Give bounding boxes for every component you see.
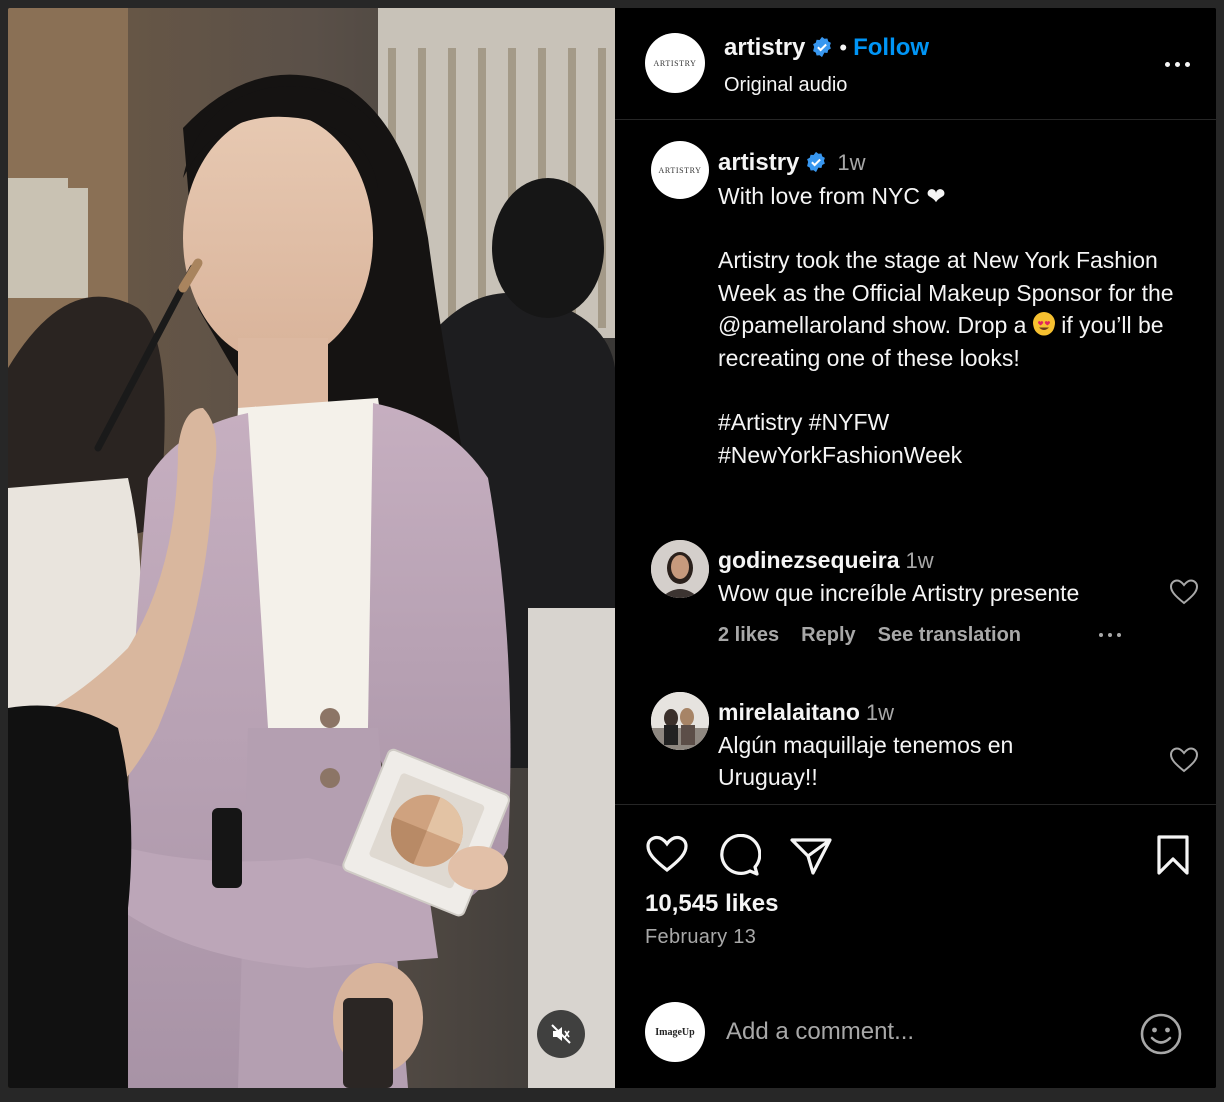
video-frame [8, 8, 615, 1088]
heart-icon [646, 835, 688, 873]
like-button[interactable] [645, 834, 689, 874]
more-horizontal-icon [1164, 61, 1170, 67]
post-date[interactable]: February 13 [645, 926, 756, 949]
comment-bubble-icon [720, 834, 761, 876]
comment-username[interactable]: godinezsequeira [718, 547, 899, 573]
comment-more-button[interactable] [1099, 633, 1121, 637]
paper-plane-icon [790, 838, 832, 875]
verified-badge-icon [813, 36, 832, 58]
divider [615, 804, 1216, 805]
caption-cta-pre: Drop a [957, 312, 1027, 338]
more-horizontal-icon [1099, 633, 1103, 637]
reply-button[interactable]: Reply [801, 624, 855, 647]
avatar-photo [651, 692, 709, 750]
viewer-avatar-label: ImageUp [655, 1026, 695, 1038]
post-dialog: ARTISTRY artistry • Follow Original audio … [8, 8, 1216, 1088]
audio-link[interactable]: Original audio [724, 74, 847, 97]
caption-avatar-label: ARTISTRY [658, 165, 702, 175]
comment-meta: 2 likes Reply See translation [718, 624, 1021, 647]
comment-like-button[interactable] [1169, 746, 1199, 774]
smiley-icon [1140, 1013, 1182, 1055]
comment: mirelalaitano 1w Algún maquillaje tenemos… [718, 696, 1188, 793]
author-avatar-label: ARTISTRY [653, 58, 697, 68]
comment-like-button[interactable] [1169, 578, 1199, 606]
author-username[interactable]: artistry [724, 34, 805, 61]
comment-button[interactable] [717, 834, 761, 876]
post-side-panel: ARTISTRY artistry • Follow Original audio … [615, 8, 1216, 1088]
caption-line-1: With love from NYC ❤ [718, 182, 946, 209]
add-comment-input[interactable] [726, 1018, 1106, 1046]
caption-header: artistry 1w [718, 146, 1188, 180]
caption-timestamp[interactable]: 1w [837, 150, 865, 175]
comment: godinezsequeira 1w Wow que increíble Arti… [718, 544, 1188, 609]
caption-hashtags: #Artistry #NYFW #NewYorkFashionWeek [718, 406, 1188, 471]
comment-timestamp[interactable]: 1w [905, 548, 933, 573]
verified-badge-icon [807, 151, 826, 173]
heart-eyes-emoji-icon [1032, 312, 1055, 336]
viewer-avatar: ImageUp [645, 1002, 705, 1062]
commenter-avatar[interactable] [651, 540, 709, 598]
hashtag-line-1[interactable]: #Artistry #NYFW [718, 406, 1188, 439]
hashtag-line-2[interactable]: #NewYorkFashionWeek [718, 439, 1188, 472]
author-avatar[interactable]: ARTISTRY [645, 33, 705, 93]
see-translation-button[interactable]: See translation [878, 624, 1021, 647]
caption: artistry 1w With love from NYC ❤ Artistry… [718, 146, 1188, 471]
divider [615, 119, 1216, 120]
comment-username[interactable]: mirelalaitano [718, 699, 860, 725]
comment-timestamp[interactable]: 1w [866, 700, 894, 725]
caption-avatar[interactable]: ARTISTRY [651, 141, 709, 199]
avatar-photo [651, 540, 709, 598]
post-header: artistry • Follow [724, 34, 929, 62]
caption-paragraph: Artistry took the stage at New York Fash… [718, 244, 1188, 374]
comment-likes-count[interactable]: 2 likes [718, 624, 779, 647]
caption-username[interactable]: artistry [718, 149, 799, 176]
emoji-picker-button[interactable] [1139, 1012, 1183, 1056]
speaker-muted-icon [551, 1024, 571, 1044]
share-button[interactable] [789, 836, 833, 876]
bookmark-icon [1157, 835, 1189, 875]
comment-text: Algún maquillaje tenemos en Uruguay!! [718, 732, 1014, 790]
reel-video[interactable] [8, 8, 615, 1088]
likes-count[interactable]: 10,545 likes [645, 890, 778, 918]
save-button[interactable] [1155, 834, 1191, 876]
more-options-button[interactable] [1159, 54, 1195, 74]
action-bar [645, 834, 1195, 876]
follow-button[interactable]: Follow [853, 34, 929, 61]
header-separator: • [839, 35, 848, 60]
mute-toggle-button[interactable] [537, 1010, 585, 1058]
comment-text: Wow que increíble Artistry presente [718, 580, 1080, 606]
commenter-avatar[interactable] [651, 692, 709, 750]
